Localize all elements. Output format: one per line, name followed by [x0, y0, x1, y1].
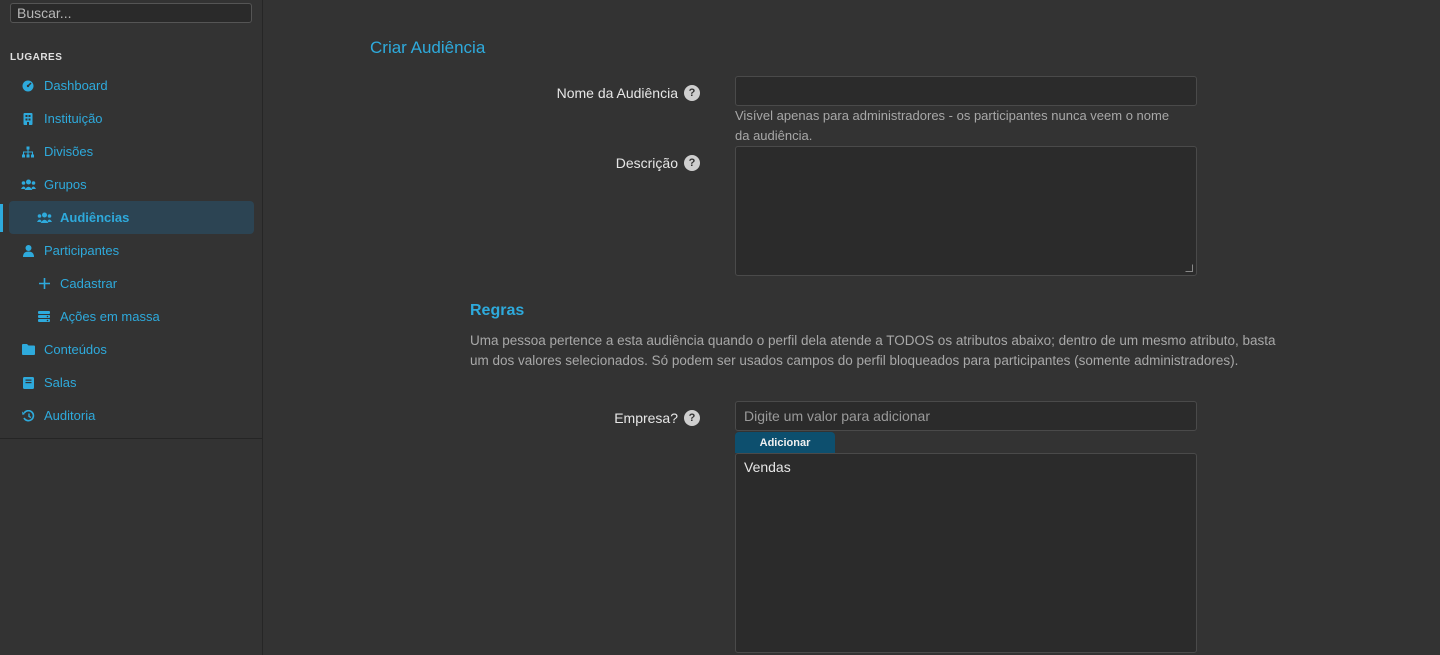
company-value-input[interactable]: [735, 401, 1197, 431]
sidebar-item-participantes[interactable]: Participantes: [0, 234, 262, 267]
sidebar-item-label: Divisões: [44, 144, 94, 159]
sidebar-item-label: Conteúdos: [44, 342, 107, 357]
sidebar-section-title: LUGARES: [10, 52, 63, 63]
sidebar-item-dashboard[interactable]: Dashboard: [0, 69, 262, 102]
user-icon: [20, 243, 36, 259]
audience-name-input[interactable]: [735, 76, 1197, 106]
company-label: Empresa? ?: [614, 410, 700, 426]
sidebar-item-label: Dashboard: [44, 78, 108, 93]
sidebar: LUGARES Dashboard Instituição Divisões G…: [0, 0, 263, 655]
audience-name-hint: Visível apenas para administradores - os…: [735, 108, 1170, 143]
sidebar-item-label: Auditoria: [44, 408, 96, 423]
sidebar-divider: [0, 438, 262, 439]
audience-name-label-text: Nome da Audiência: [556, 85, 678, 101]
sidebar-nav: Dashboard Instituição Divisões Grupos Au…: [0, 69, 262, 432]
dashboard-icon: [20, 78, 36, 94]
selected-values-list[interactable]: Vendas: [735, 453, 1197, 653]
sidebar-item-grupos[interactable]: Grupos: [0, 168, 262, 201]
sidebar-item-instituicao[interactable]: Instituição: [0, 102, 262, 135]
sidebar-item-divisoes[interactable]: Divisões: [0, 135, 262, 168]
audience-name-label: Nome da Audiência ?: [557, 85, 700, 101]
plus-icon: [36, 276, 52, 292]
sidebar-item-conteudos[interactable]: Conteúdos: [0, 333, 262, 366]
page-title: Criar Audiência: [370, 38, 486, 57]
help-icon[interactable]: ?: [684, 85, 700, 101]
sidebar-item-salas[interactable]: Salas: [0, 366, 262, 399]
sidebar-item-auditoria[interactable]: Auditoria: [0, 399, 262, 432]
book-icon: [20, 375, 36, 391]
description-textarea[interactable]: [735, 146, 1197, 276]
sidebar-item-cadastrar[interactable]: Cadastrar: [0, 267, 262, 300]
add-button[interactable]: Adicionar: [735, 432, 835, 453]
sidebar-item-label: Audiências: [60, 210, 130, 225]
description-label: Descrição ?: [616, 155, 700, 171]
sidebar-item-label: Salas: [44, 375, 77, 390]
rules-title: Regras: [470, 302, 525, 319]
sidebar-item-audiencias[interactable]: Audiências: [9, 201, 254, 234]
search-input[interactable]: [10, 3, 252, 23]
sidebar-item-label: Cadastrar: [60, 276, 118, 291]
sidebar-item-label: Grupos: [44, 177, 87, 192]
main-content: Criar Audiência Nome da Audiência ? Visí…: [263, 0, 1440, 655]
rules-description: Uma pessoa pertence a esta audiência qua…: [470, 333, 1276, 368]
users-icon: [36, 210, 52, 226]
sidebar-item-label: Participantes: [44, 243, 120, 258]
folder-icon: [20, 342, 36, 358]
building-icon: [20, 111, 36, 127]
list-item[interactable]: Vendas: [744, 459, 1188, 475]
sitemap-icon: [20, 144, 36, 160]
help-icon[interactable]: ?: [684, 410, 700, 426]
sidebar-item-label: Instituição: [44, 111, 103, 126]
users-icon: [20, 177, 36, 193]
sidebar-item-acoes-em-massa[interactable]: Ações em massa: [0, 300, 262, 333]
company-label-text: Empresa?: [614, 410, 678, 426]
description-label-text: Descrição: [615, 155, 678, 171]
help-icon[interactable]: ?: [684, 155, 700, 171]
database-icon: [36, 309, 52, 325]
sidebar-item-label: Ações em massa: [60, 309, 160, 324]
history-icon: [20, 408, 36, 424]
